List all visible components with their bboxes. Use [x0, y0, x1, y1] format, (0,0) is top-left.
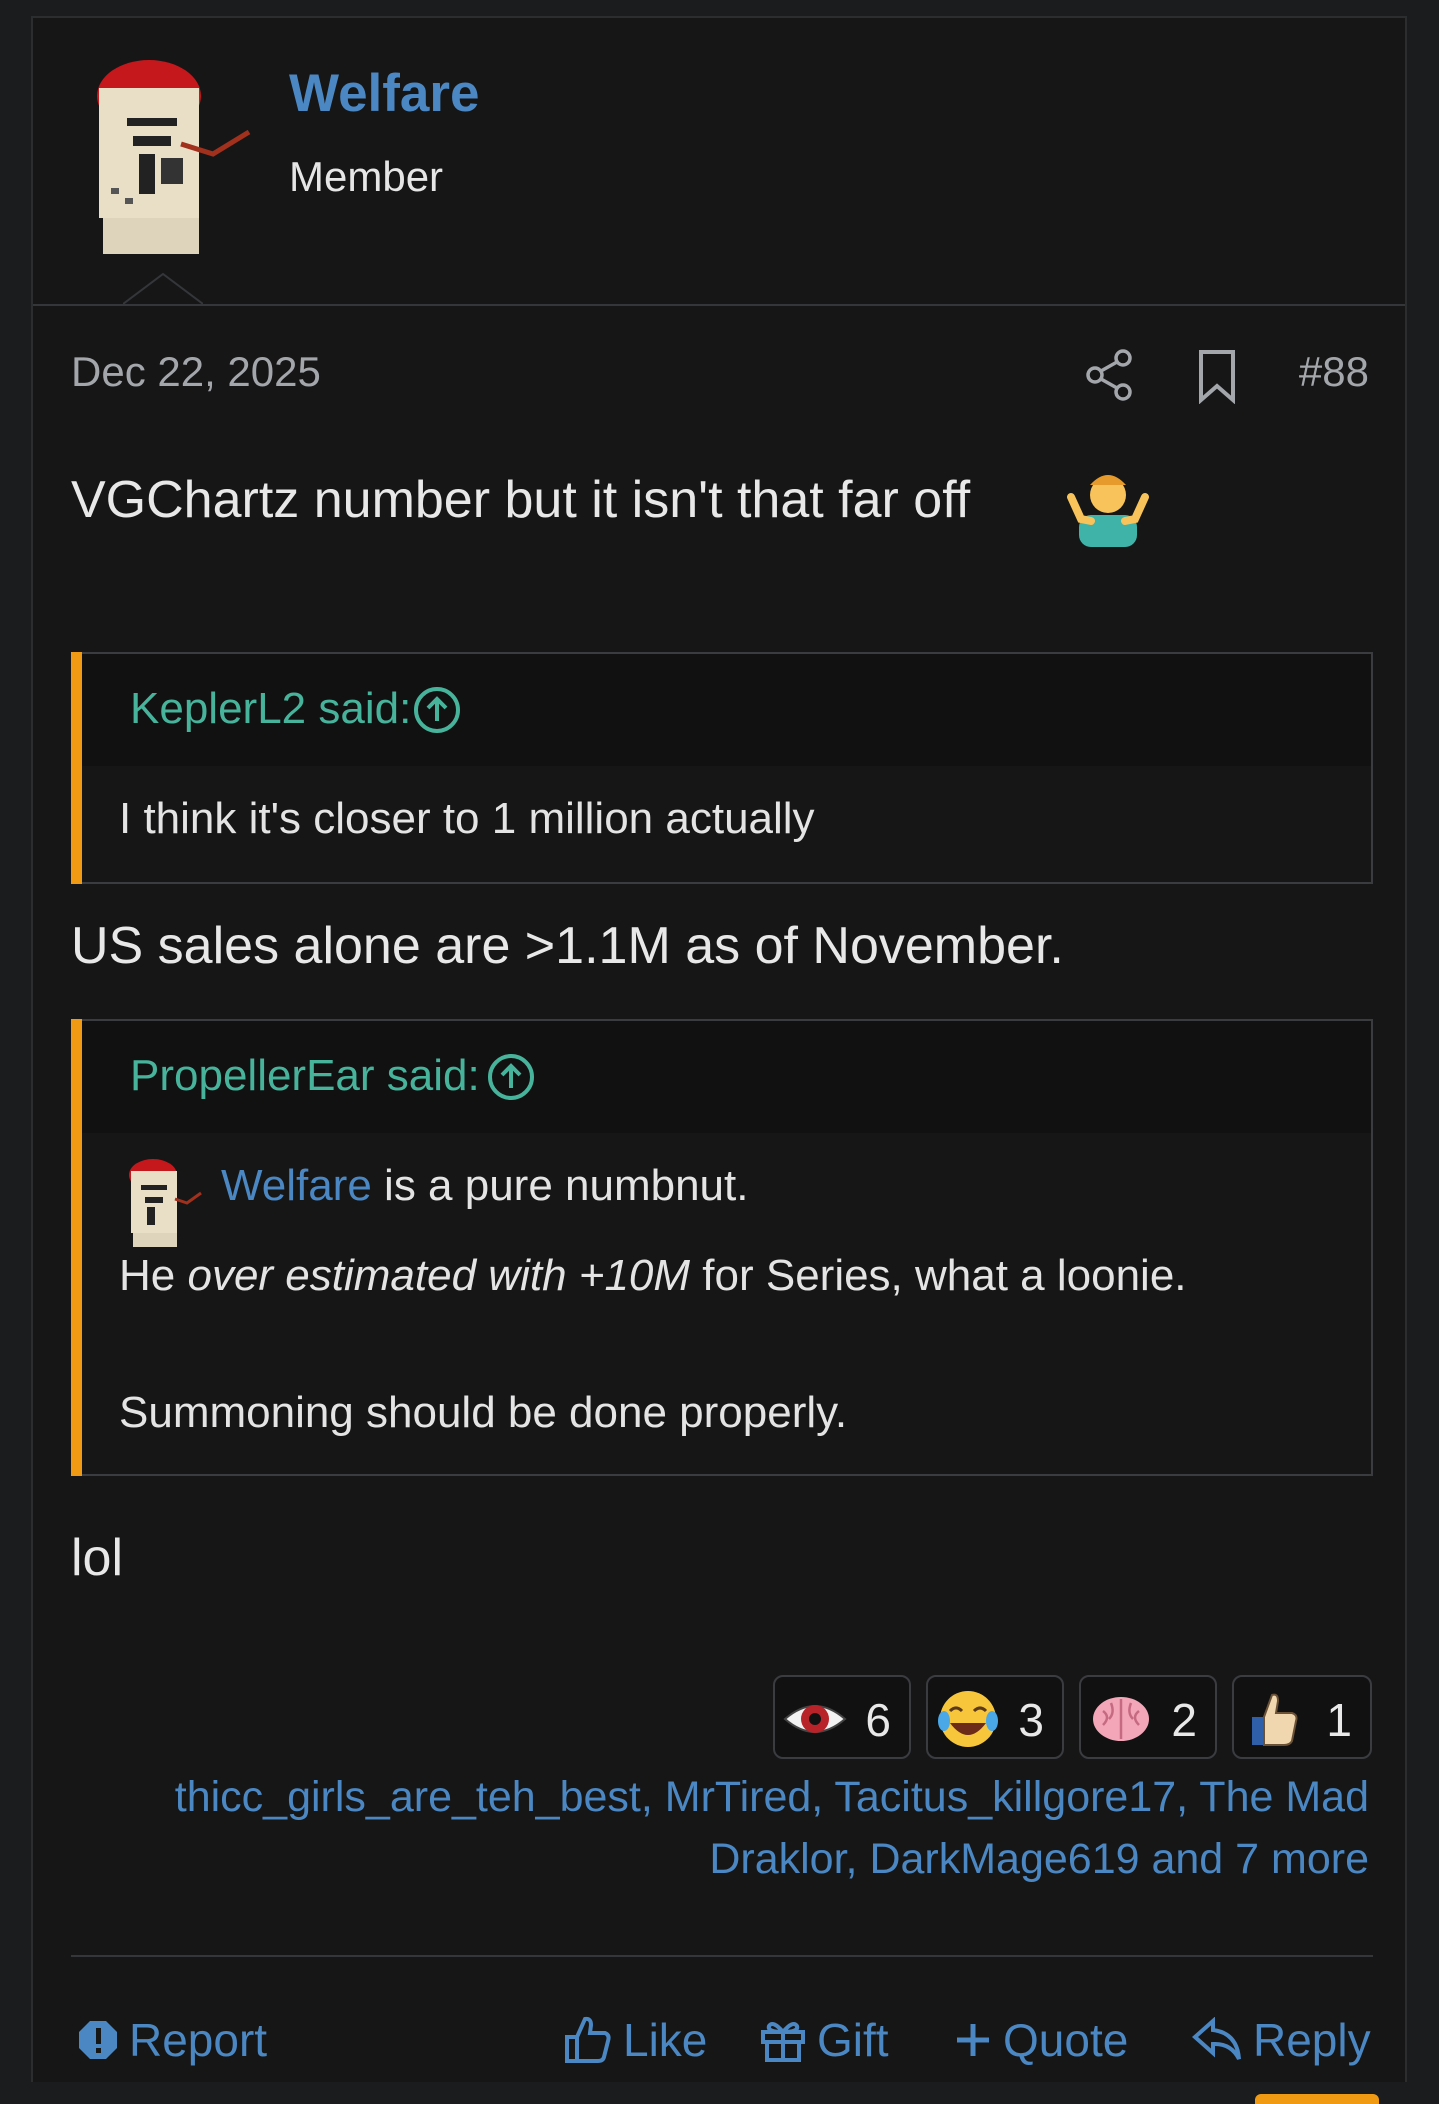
- footer-divider: [71, 1955, 1373, 1957]
- post-number[interactable]: #88: [1299, 348, 1369, 396]
- report-icon: [79, 2021, 117, 2059]
- share-icon[interactable]: [1083, 348, 1137, 402]
- scroll-indicator: [1255, 2094, 1379, 2104]
- person-shrugging-emoji: [1067, 475, 1149, 547]
- quote-label: Quote: [1003, 2014, 1129, 2066]
- user-title: Member: [289, 153, 444, 200]
- reply-icon: [1191, 2017, 1241, 2060]
- arrow-up-circle-icon[interactable]: [486, 1052, 536, 1102]
- post-text-line: US sales alone are >1.1M as of November.: [71, 917, 1064, 975]
- reactors-list[interactable]: thicc_girls_are_teh_best, MrTired, Tacit…: [175, 1766, 1369, 1890]
- gift-icon: [761, 2022, 805, 2062]
- brain-icon: [1093, 1697, 1149, 1741]
- like-label: Like: [623, 2014, 708, 2066]
- reactors-line[interactable]: thicc_girls_are_teh_best, MrTired, Tacit…: [175, 1766, 1369, 1828]
- bookmark-icon[interactable]: [1193, 348, 1241, 404]
- reaction-like[interactable]: 1: [1232, 1675, 1372, 1759]
- quote-line-text: is a pure numbnut.: [371, 1161, 749, 1210]
- thumbs-up-outline-icon: [565, 2016, 611, 2063]
- post-text-line: lol: [71, 1529, 124, 1587]
- quote-header: KeplerL2 said:: [82, 654, 1371, 766]
- quote-line: He over estimated with +10M for Series, …: [119, 1251, 1187, 1301]
- mention-avatar[interactable]: [121, 1157, 203, 1247]
- reply-label: Reply: [1253, 2014, 1371, 2066]
- reaction-count: 2: [1171, 1694, 1197, 1746]
- post-date[interactable]: Dec 22, 2025: [71, 348, 321, 396]
- quote-button[interactable]: Quote: [953, 2013, 1128, 2067]
- plus-icon: [957, 2024, 989, 2056]
- post-container: Welfare Member Dec 22, 2025 #88 VGChartz…: [31, 16, 1407, 2104]
- quote-line-text: for Series, what a loonie.: [690, 1251, 1187, 1300]
- quote-header: PropellerEar said:: [82, 1021, 1371, 1133]
- quote-block: PropellerEar said: Welfare is a pure num…: [71, 1019, 1373, 1476]
- thumbs-up-icon: [1252, 1693, 1298, 1746]
- user-mention[interactable]: Welfare: [221, 1161, 372, 1210]
- reaction-laugh[interactable]: 3: [926, 1675, 1064, 1759]
- reaction-brain[interactable]: 2: [1079, 1675, 1217, 1759]
- quote-line-text: He: [119, 1251, 188, 1300]
- like-button[interactable]: Like: [563, 2013, 707, 2067]
- quote-italic-text: over estimated with +10M: [187, 1251, 691, 1300]
- laughing-tears-icon: [938, 1691, 998, 1747]
- quote-body: I think it's closer to 1 million actuall…: [119, 794, 815, 843]
- gift-label: Gift: [817, 2014, 889, 2066]
- user-avatar[interactable]: [81, 58, 281, 254]
- reactors-line[interactable]: Draklor, DarkMage619 and 7 more: [175, 1828, 1369, 1890]
- quote-author[interactable]: PropellerEar said:: [130, 1051, 480, 1101]
- reaction-bar: 6 3 2 1: [773, 1675, 1373, 1763]
- post-text-line: VGChartz number but it isn't that far of…: [71, 471, 971, 529]
- username[interactable]: Welfare: [289, 63, 480, 124]
- reaction-count: 1: [1326, 1694, 1352, 1746]
- arrow-up-circle-icon[interactable]: [412, 685, 462, 735]
- report-button[interactable]: Report: [77, 2013, 267, 2067]
- report-label: Report: [129, 2014, 268, 2066]
- quote-line: Summoning should be done properly.: [119, 1388, 848, 1437]
- reply-button[interactable]: Reply: [1191, 2013, 1371, 2067]
- header-caret: [123, 272, 203, 305]
- quote-block: KeplerL2 said: I think it's closer to 1 …: [71, 652, 1373, 884]
- reaction-count: 6: [865, 1694, 891, 1746]
- reaction-count: 3: [1018, 1694, 1044, 1746]
- gift-button[interactable]: Gift: [759, 2013, 889, 2067]
- quote-line: Welfare is a pure numbnut.: [221, 1161, 748, 1211]
- quote-author[interactable]: KeplerL2 said:: [130, 684, 411, 734]
- quote-bar: [71, 1019, 82, 1476]
- quote-bar: [71, 652, 82, 884]
- user-header: Welfare Member: [33, 18, 1405, 306]
- eye-icon: [783, 1705, 847, 1733]
- reaction-eye[interactable]: 6: [773, 1675, 911, 1759]
